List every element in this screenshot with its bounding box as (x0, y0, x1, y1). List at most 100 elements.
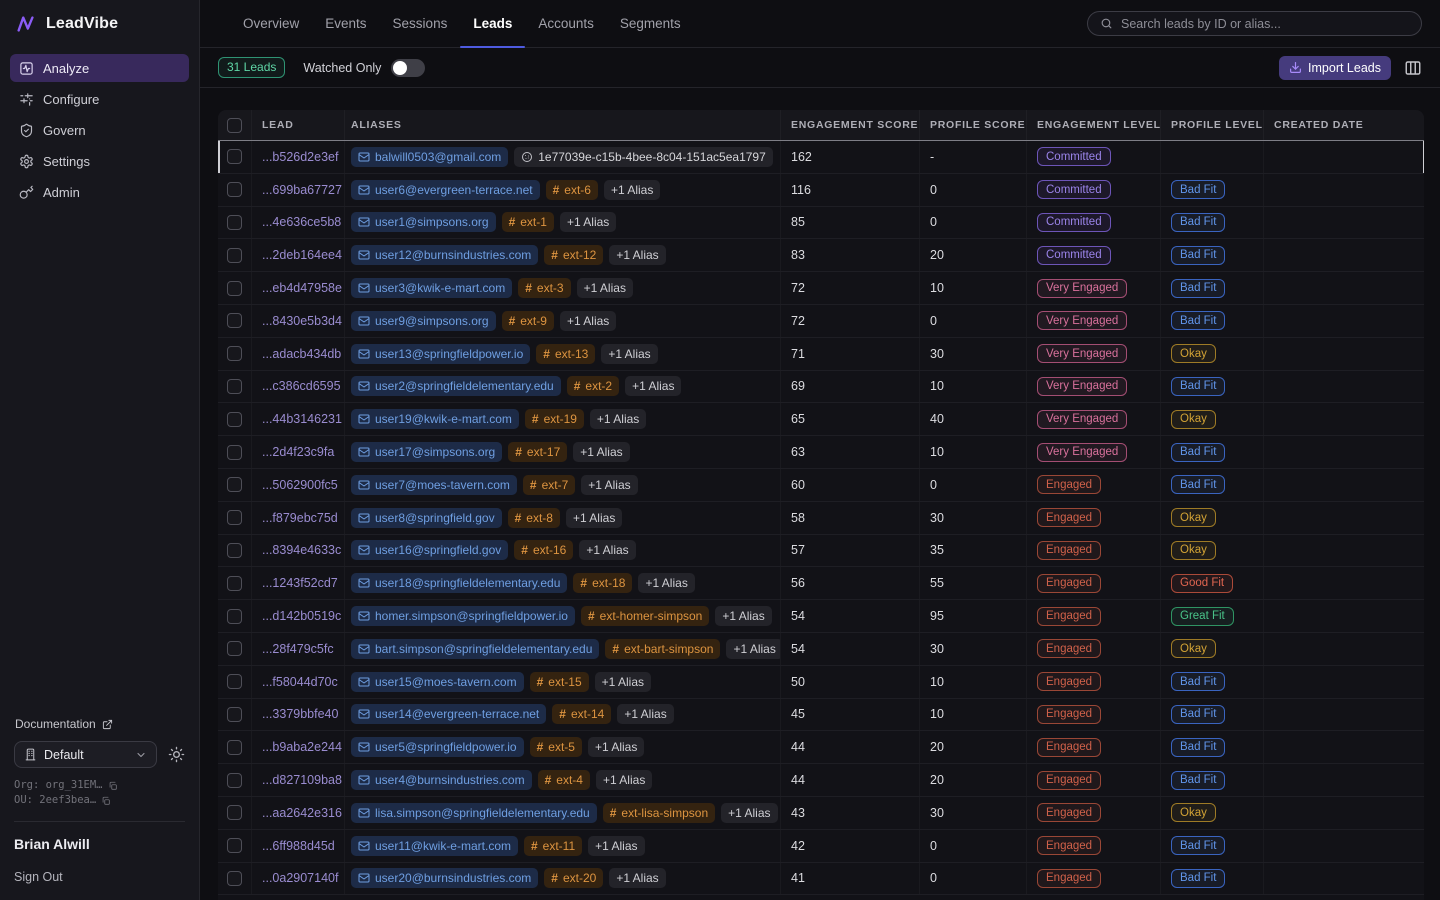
table-row[interactable]: ...b526d2e3ef balwill0503@gmail.com 1e77… (218, 141, 1424, 174)
ext-tag-chip[interactable]: # ext-5 (530, 737, 582, 757)
select-all-checkbox[interactable] (227, 118, 242, 133)
email-alias-chip[interactable]: user16@springfield.gov (351, 540, 508, 560)
ext-tag-chip[interactable]: # ext-13 (536, 344, 595, 364)
table-row[interactable]: ...eb4d47958e user3@kwik-e-mart.com # ex… (218, 272, 1424, 305)
row-checkbox[interactable] (227, 379, 242, 394)
more-aliases-chip[interactable]: +1 Alias (560, 212, 616, 232)
tab-sessions[interactable]: Sessions (380, 0, 461, 47)
theme-toggle-sun-icon[interactable] (168, 746, 185, 763)
ext-tag-chip[interactable]: # ext-bart-simpson (605, 639, 720, 659)
email-alias-chip[interactable]: user4@burnsindustries.com (351, 770, 532, 790)
more-aliases-chip[interactable]: +1 Alias (715, 606, 771, 626)
lead-id[interactable]: ...28f479c5fc (262, 642, 334, 656)
column-header-aliases[interactable]: ALIASES (345, 110, 781, 140)
table-row[interactable]: ...5062900fc5 user7@moes-tavern.com # ex… (218, 469, 1424, 502)
lead-id[interactable]: ...2d4f23c9fa (262, 445, 334, 459)
ext-tag-chip[interactable]: # ext-1 (502, 212, 554, 232)
email-alias-chip[interactable]: user9@simpsons.org (351, 311, 496, 331)
copy-icon[interactable] (101, 796, 111, 806)
row-checkbox[interactable] (227, 412, 242, 427)
ext-tag-chip[interactable]: # ext-14 (552, 704, 611, 724)
row-checkbox[interactable] (227, 182, 242, 197)
lead-id[interactable]: ...44b3146231 (262, 412, 342, 426)
lead-id[interactable]: ...eb4d47958e (262, 281, 342, 295)
sidebar-item-admin[interactable]: Admin (10, 178, 189, 206)
more-aliases-chip[interactable]: +1 Alias (596, 770, 652, 790)
sign-out-link[interactable]: Sign Out (14, 870, 185, 884)
ext-tag-chip[interactable]: # ext-17 (508, 442, 567, 462)
table-row[interactable]: ...8430e5b3d4 user9@simpsons.org # ext-9… (218, 305, 1424, 338)
ext-tag-chip[interactable]: # ext-12 (544, 245, 603, 265)
more-aliases-chip[interactable]: +1 Alias (609, 868, 665, 888)
more-aliases-chip[interactable]: +1 Alias (590, 409, 646, 429)
row-checkbox[interactable] (227, 609, 242, 624)
row-checkbox[interactable] (227, 248, 242, 263)
row-checkbox[interactable] (227, 773, 242, 788)
ext-tag-chip[interactable]: # ext-homer-simpson (581, 606, 709, 626)
more-aliases-chip[interactable]: +1 Alias (588, 737, 644, 757)
more-aliases-chip[interactable]: +1 Alias (579, 540, 635, 560)
email-alias-chip[interactable]: lisa.simpson@springfieldelementary.edu (351, 803, 597, 823)
copy-icon[interactable] (108, 781, 118, 791)
more-aliases-chip[interactable]: +1 Alias (581, 475, 637, 495)
lead-id[interactable]: ...d142b0519c (262, 609, 341, 623)
ext-tag-chip[interactable]: # ext-15 (530, 672, 589, 692)
table-row[interactable]: ...d827109ba8 user4@burnsindustries.com … (218, 764, 1424, 797)
table-row[interactable]: ...d142b0519c homer.simpson@springfieldp… (218, 600, 1424, 633)
row-checkbox[interactable] (227, 445, 242, 460)
row-checkbox[interactable] (227, 838, 242, 853)
lead-id[interactable]: ...c386cd6595 (262, 379, 341, 393)
email-alias-chip[interactable]: user15@moes-tavern.com (351, 672, 524, 692)
tab-accounts[interactable]: Accounts (525, 0, 607, 47)
table-row[interactable]: ...f58044d70c user15@moes-tavern.com # e… (218, 666, 1424, 699)
import-leads-button[interactable]: Import Leads (1279, 56, 1391, 80)
email-alias-chip[interactable]: user6@evergreen-terrace.net (351, 180, 540, 200)
email-alias-chip[interactable]: user7@moes-tavern.com (351, 475, 517, 495)
table-row[interactable]: ...4e636ce5b8 user1@simpsons.org # ext-1… (218, 207, 1424, 240)
row-checkbox[interactable] (227, 707, 242, 722)
more-aliases-chip[interactable]: +1 Alias (604, 180, 660, 200)
row-checkbox[interactable] (227, 149, 242, 164)
more-aliases-chip[interactable]: +1 Alias (560, 311, 616, 331)
lead-id[interactable]: ...0a2907140f (262, 871, 338, 885)
more-aliases-chip[interactable]: +1 Alias (638, 573, 694, 593)
table-row[interactable]: ...6ff988d45d user11@kwik-e-mart.com # e… (218, 830, 1424, 863)
lead-id[interactable]: ...8394e4633c (262, 543, 341, 557)
ext-tag-chip[interactable]: # ext-20 (544, 868, 603, 888)
table-row[interactable]: ...f879ebc75d user8@springfield.gov # ex… (218, 502, 1424, 535)
cookie-id-chip[interactable]: 1e77039e-c15b-4bee-8c04-151ac5ea1797 (514, 147, 773, 167)
column-header-profile-score[interactable]: PROFILE SCORE (920, 110, 1027, 140)
row-checkbox[interactable] (227, 674, 242, 689)
lead-id[interactable]: ...f879ebc75d (262, 511, 338, 525)
lead-id[interactable]: ...adacb434db (262, 347, 341, 361)
lead-id[interactable]: ...5062900fc5 (262, 478, 338, 492)
project-selector[interactable]: Default (14, 741, 157, 768)
table-row[interactable]: ...aa2642e316 lisa.simpson@springfieldel… (218, 797, 1424, 830)
email-alias-chip[interactable]: user5@springfieldpower.io (351, 737, 524, 757)
sidebar-item-govern[interactable]: Govern (10, 116, 189, 144)
ext-tag-chip[interactable]: # ext-8 (508, 508, 560, 528)
row-checkbox[interactable] (227, 543, 242, 558)
table-row[interactable]: ...0a2907140f user20@burnsindustries.com… (218, 863, 1424, 896)
lead-id[interactable]: ...6ff988d45d (262, 839, 335, 853)
email-alias-chip[interactable]: user12@burnsindustries.com (351, 245, 538, 265)
email-alias-chip[interactable]: user3@kwik-e-mart.com (351, 278, 512, 298)
lead-id[interactable]: ...2deb164ee4 (262, 248, 342, 262)
email-alias-chip[interactable]: bart.simpson@springfieldelementary.edu (351, 639, 599, 659)
ext-tag-chip[interactable]: # ext-16 (514, 540, 573, 560)
ext-tag-chip[interactable]: # ext-lisa-simpson (603, 803, 715, 823)
columns-icon[interactable] (1404, 59, 1422, 77)
ext-tag-chip[interactable]: # ext-11 (524, 836, 582, 856)
more-aliases-chip[interactable]: +1 Alias (577, 278, 633, 298)
more-aliases-chip[interactable]: +1 Alias (595, 672, 651, 692)
ext-tag-chip[interactable]: # ext-18 (573, 573, 632, 593)
email-alias-chip[interactable]: balwill0503@gmail.com (351, 147, 508, 167)
lead-id[interactable]: ...f58044d70c (262, 675, 338, 689)
row-checkbox[interactable] (227, 576, 242, 591)
lead-id[interactable]: ...3379bbfe40 (262, 707, 338, 721)
sidebar-item-settings[interactable]: Settings (10, 147, 189, 175)
email-alias-chip[interactable]: homer.simpson@springfieldpower.io (351, 606, 575, 626)
row-checkbox[interactable] (227, 510, 242, 525)
search-input[interactable]: Search leads by ID or alias... (1087, 11, 1422, 36)
email-alias-chip[interactable]: user11@kwik-e-mart.com (351, 836, 518, 856)
